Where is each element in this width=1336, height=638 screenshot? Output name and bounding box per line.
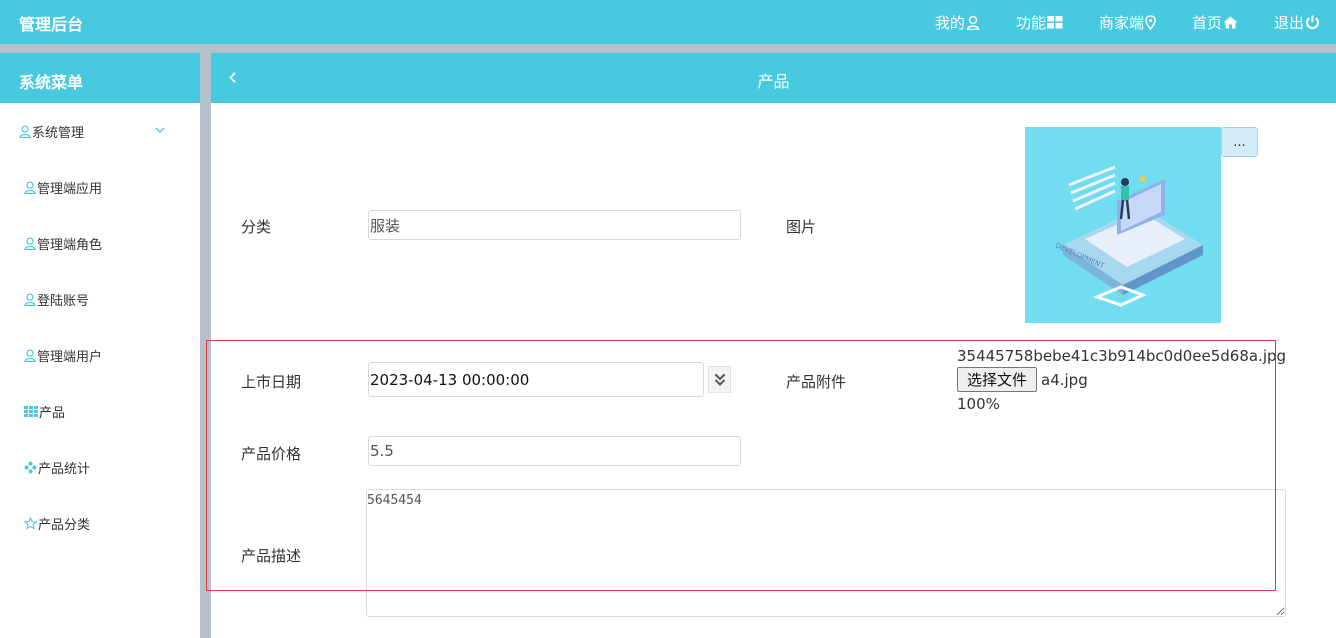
upload-progress: 100% xyxy=(957,395,1000,413)
sidebar-item-label: 管理端应用 xyxy=(37,181,103,197)
home-icon xyxy=(1223,16,1238,29)
price-label: 产品价格 xyxy=(241,445,302,463)
header-separator xyxy=(0,44,1336,53)
app-title: 管理后台 xyxy=(19,15,84,34)
attachment-label: 产品附件 xyxy=(786,373,847,391)
description-textarea[interactable]: 5645454 xyxy=(366,489,1286,617)
topnav-logout[interactable]: 退出 xyxy=(1274,12,1320,33)
user-icon xyxy=(24,237,36,250)
flower-icon xyxy=(24,461,37,474)
choose-file-button[interactable]: 选择文件 xyxy=(957,367,1037,392)
topnav-function[interactable]: 功能 xyxy=(1016,12,1063,33)
map-pin-icon xyxy=(1145,14,1156,30)
description-label: 产品描述 xyxy=(241,547,302,565)
attachment-selected-file: a4.jpg xyxy=(1041,371,1088,389)
sidebar-item-label: 登陆账号 xyxy=(37,293,90,309)
user-icon xyxy=(966,15,980,30)
sidebar-item-admin-role[interactable]: 管理端角色 xyxy=(0,215,200,271)
release-date-label: 上市日期 xyxy=(241,373,302,391)
release-date-input[interactable]: 2023-04-13 00:00:00 xyxy=(368,362,704,397)
user-icon xyxy=(24,293,36,306)
attachment-current-file: 35445758bebe41c3b914bc0d0ee5d68a.jpg xyxy=(957,347,1287,365)
topnav-home-label: 首页 xyxy=(1191,13,1222,32)
sidebar-item-product[interactable]: 产品 xyxy=(0,383,200,439)
topnav-logout-label: 退出 xyxy=(1273,13,1304,32)
sidebar-item-admin-user[interactable]: 管理端用户 xyxy=(0,327,200,383)
category-input[interactable]: 服装 xyxy=(368,210,741,240)
star-icon xyxy=(24,516,37,530)
sidebar-item-label: 产品 xyxy=(39,405,66,421)
user-icon xyxy=(24,349,36,362)
product-image: DEVELOPMENT xyxy=(1025,127,1221,323)
sidebar-item-label: 产品分类 xyxy=(38,517,91,533)
category-label: 分类 xyxy=(241,218,272,236)
top-bar: 管理后台 我的 功能 商家端 首页 退出 xyxy=(0,0,1336,44)
sidebar-group-label: 系统管理 xyxy=(32,125,85,141)
topnav-merchant-label: 商家端 xyxy=(1098,13,1144,32)
sidebar-group-system[interactable]: 系统管理 xyxy=(0,103,200,159)
page-title: 产品 xyxy=(757,72,790,91)
user-icon xyxy=(19,125,31,138)
isometric-illustration: DEVELOPMENT xyxy=(1054,165,1203,307)
sidebar-item-login-account[interactable]: 登陆账号 xyxy=(0,271,200,327)
top-nav: 我的 功能 商家端 首页 退出 xyxy=(899,0,1336,44)
sidebar-title: 系统菜单 xyxy=(0,53,200,103)
topnav-home[interactable]: 首页 xyxy=(1192,12,1238,33)
user-icon xyxy=(24,181,36,194)
sidebar: 系统菜单 系统管理 管理端应用 管理端角色 登陆账号 管理端用户 产品 产品统计… xyxy=(0,53,200,638)
content-header: 产品 xyxy=(211,53,1336,103)
topnav-my-label: 我的 xyxy=(934,13,965,32)
topnav-function-label: 功能 xyxy=(1015,13,1046,32)
topnav-my[interactable]: 我的 xyxy=(935,12,980,33)
image-label: 图片 xyxy=(786,218,817,236)
sidebar-item-admin-app[interactable]: 管理端应用 xyxy=(0,159,200,215)
sidebar-item-label: 管理端角色 xyxy=(37,237,103,253)
sidebar-item-product-stats[interactable]: 产品统计 xyxy=(0,439,200,495)
double-chevron-down-icon[interactable] xyxy=(708,366,731,393)
power-icon xyxy=(1305,15,1320,30)
sidebar-divider xyxy=(200,53,211,638)
image-more-button[interactable]: ... xyxy=(1221,127,1258,157)
grid-icon xyxy=(24,405,38,417)
topnav-merchant[interactable]: 商家端 xyxy=(1099,12,1156,33)
chevron-down-icon[interactable] xyxy=(155,123,165,138)
sidebar-item-product-category[interactable]: 产品分类 xyxy=(0,495,200,551)
grid-icon xyxy=(1046,15,1063,29)
sidebar-item-label: 产品统计 xyxy=(38,461,91,477)
sidebar-item-label: 管理端用户 xyxy=(37,349,103,365)
price-input[interactable]: 5.5 xyxy=(368,436,741,466)
